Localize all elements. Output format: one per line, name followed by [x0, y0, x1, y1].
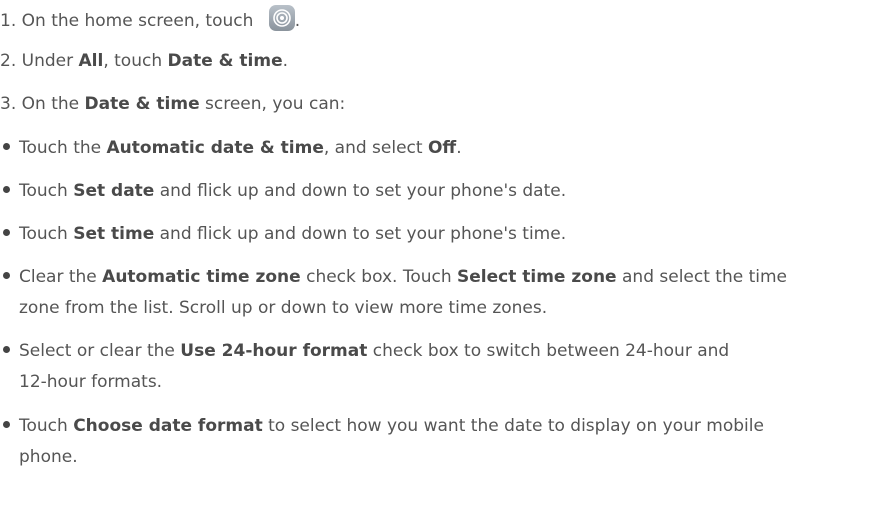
bullet-dot: [3, 142, 10, 150]
bullet-text: , and select: [323, 138, 428, 158]
step-text: On the: [21, 94, 85, 114]
ui-term: Date & time: [84, 94, 200, 114]
step-text: , touch: [103, 51, 168, 71]
step-3: 3. On the Date & time screen, you can:: [0, 93, 345, 115]
bullet-item-5: Select or clear the Use 24-hour format c…: [0, 340, 729, 362]
bullet-text: and select the time: [616, 267, 788, 287]
settings-gear-icon: [268, 5, 295, 31]
bullet-item-3: Touch Set time and flick up and down to …: [0, 223, 566, 245]
step-number: 2.: [0, 51, 17, 71]
bullet-text: Touch the: [19, 138, 107, 158]
step-2: 2. Under All, touch Date & time.: [0, 50, 288, 72]
step-text: Under: [21, 51, 79, 71]
bullet-text: Touch: [19, 416, 74, 436]
bullet-dot: [3, 271, 10, 279]
step-text: screen, you can:: [199, 94, 346, 114]
bullet-text: Select or clear the: [19, 341, 181, 361]
bullet-item-1: Touch the Automatic date & time, and sel…: [0, 137, 462, 159]
ui-term: All: [78, 51, 104, 71]
bullet-item-2: Touch Set date and flick up and down to …: [0, 180, 566, 202]
ui-term: Automatic time zone: [102, 267, 301, 287]
ui-term: Use 24-hour format: [180, 341, 368, 361]
bullet-text: and flick up and down to set your phone'…: [154, 181, 567, 201]
bullet-text: .: [456, 138, 462, 158]
bullet-item-6-continuation: phone.: [19, 447, 78, 467]
ui-term: Automatic date & time: [106, 138, 324, 158]
bullet-text: to select how you want the date to displ…: [262, 416, 764, 436]
bullet-dot: [3, 420, 10, 428]
step-number: 3.: [0, 94, 17, 114]
bullet-item-4: Clear the Automatic time zone check box.…: [0, 266, 787, 288]
bullet-text: check box to switch between 24-hour and: [367, 341, 730, 361]
step-1: 1. On the home screen, touch .: [0, 5, 301, 34]
bullet-text: Clear the: [19, 267, 103, 287]
ui-term: Set date: [73, 181, 155, 201]
step-text-end: .: [294, 11, 301, 31]
step-text: On the home screen, touch: [21, 11, 254, 31]
bullet-item-4-continuation: zone from the list. Scroll up or down to…: [19, 298, 548, 318]
bullet-item-6: Touch Choose date format to select how y…: [0, 415, 764, 437]
bullet-dot: [3, 228, 10, 236]
bullet-text: and flick up and down to set your phone'…: [154, 224, 567, 244]
ui-term: Set time: [73, 224, 155, 244]
bullet-text: Touch: [19, 224, 74, 244]
ui-term: Off: [427, 138, 457, 158]
ui-term: Choose date format: [73, 416, 263, 436]
bullet-text: check box. Touch: [300, 267, 458, 287]
bullet-dot: [3, 185, 10, 193]
step-number: 1.: [0, 11, 17, 31]
step-text: .: [282, 51, 289, 71]
bullet-dot: [3, 345, 10, 353]
ui-term: Select time zone: [457, 267, 617, 287]
ui-term: Date & time: [167, 51, 283, 71]
bullet-item-5-continuation: 12-hour formats.: [19, 372, 163, 392]
bullet-text: Touch: [19, 181, 74, 201]
